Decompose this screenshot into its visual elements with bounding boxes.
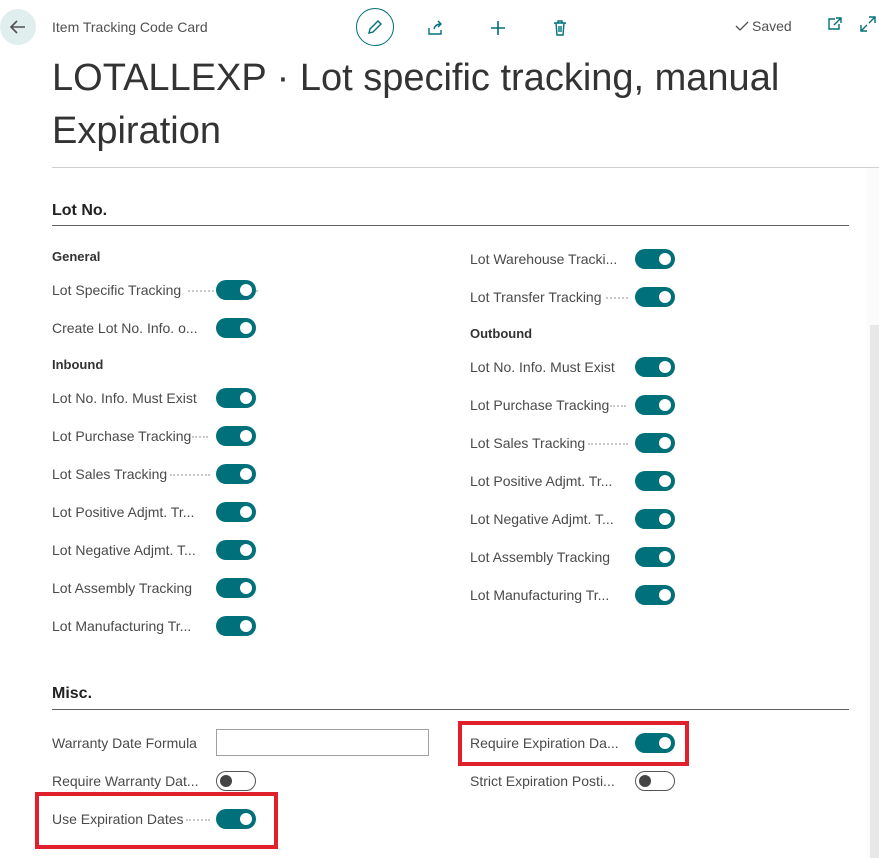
field-in-info-must-exist: Lot No. Info. Must Exist	[52, 388, 256, 408]
field-label: Lot Manufacturing Tr...	[52, 618, 192, 634]
warranty-date-formula-input[interactable]	[216, 729, 429, 756]
saved-label: Saved	[752, 18, 792, 34]
toggle-out-manufacturing[interactable]	[635, 585, 675, 605]
field-in-assembly: Lot Assembly Tracking	[52, 578, 256, 598]
highlight-box-require-expiration	[458, 721, 689, 766]
toggle-out-pos-adj[interactable]	[635, 471, 675, 491]
field-create-lot-info: Create Lot No. Info. o...	[52, 318, 256, 338]
field-out-assembly: Lot Assembly Tracking	[470, 547, 675, 567]
toggle-out-info-must-exist[interactable]	[635, 357, 675, 377]
group-header-outbound: Outbound	[470, 326, 533, 341]
group-header-inbound: Inbound	[52, 357, 104, 372]
field-label: Create Lot No. Info. o...	[52, 320, 198, 336]
top-bar: Item Tracking Code Card Saved	[0, 0, 879, 56]
field-warehouse: Lot Warehouse Tracki...	[470, 249, 675, 269]
field-label: Lot Negative Adjmt. T...	[52, 542, 196, 558]
field-label: Lot No. Info. Must Exist	[52, 390, 197, 406]
field-label: Warranty Date Formula	[52, 735, 197, 751]
section-divider	[52, 225, 849, 226]
highlight-box-use-expiration	[35, 792, 278, 849]
toggle-in-sales[interactable]	[216, 464, 256, 484]
breadcrumb: Item Tracking Code Card	[52, 19, 208, 35]
field-out-neg-adj: Lot Negative Adjmt. T...	[470, 509, 675, 529]
field-out-manufacturing: Lot Manufacturing Tr...	[470, 585, 675, 605]
scrollbar-thumb[interactable]	[870, 325, 879, 858]
field-label: Lot Positive Adjmt. Tr...	[52, 504, 195, 520]
back-button[interactable]	[0, 9, 36, 45]
back-arrow-icon	[9, 20, 25, 34]
field-require-warranty: Require Warranty Dat...	[52, 771, 256, 791]
section-title-lot-no[interactable]: Lot No.	[52, 202, 107, 220]
title-divider	[52, 167, 879, 168]
toggle-in-info-must-exist[interactable]	[216, 388, 256, 408]
toggle-in-assembly[interactable]	[216, 578, 256, 598]
field-label: Lot No. Info. Must Exist	[470, 359, 615, 375]
dot-leader	[170, 474, 210, 477]
section-divider	[52, 709, 849, 710]
delete-icon	[554, 20, 566, 36]
section-title-misc[interactable]: Misc.	[52, 685, 92, 703]
field-label: Lot Purchase Tracking	[52, 428, 192, 444]
field-label: Lot Sales Tracking	[470, 435, 586, 451]
field-label: Lot Negative Adjmt. T...	[470, 511, 614, 527]
field-in-purchase: Lot Purchase Tracking	[52, 426, 256, 446]
toggle-transfer[interactable]	[635, 287, 675, 307]
page-title: LOTALLEXP · Lot specific tracking, manua…	[52, 57, 780, 152]
field-out-info-must-exist: Lot No. Info. Must Exist	[470, 357, 675, 377]
add-icon	[491, 21, 505, 35]
field-strict-expiration: Strict Expiration Posti...	[470, 771, 675, 791]
new-button[interactable]	[480, 10, 516, 46]
edit-pencil-icon	[368, 20, 382, 34]
toggle-warehouse[interactable]	[635, 249, 675, 269]
field-out-pos-adj: Lot Positive Adjmt. Tr...	[470, 471, 675, 491]
open-new-window-icon[interactable]	[826, 15, 844, 33]
checkmark-icon	[735, 21, 749, 31]
share-icon	[428, 20, 442, 35]
toggle-out-purchase[interactable]	[635, 395, 675, 415]
toggle-require-warranty[interactable]	[216, 771, 256, 791]
toggle-in-neg-adj[interactable]	[216, 540, 256, 560]
field-in-manufacturing: Lot Manufacturing Tr...	[52, 616, 256, 636]
field-out-purchase: Lot Purchase Tracking	[470, 395, 675, 415]
field-label: Lot Purchase Tracking	[470, 397, 610, 413]
field-label: Lot Sales Tracking	[52, 466, 168, 482]
dot-leader	[610, 405, 626, 408]
toggle-lot-specific-tracking[interactable]	[216, 280, 256, 300]
dot-leader	[588, 443, 628, 446]
share-button[interactable]	[417, 10, 453, 46]
toggle-in-purchase[interactable]	[216, 426, 256, 446]
field-in-neg-adj: Lot Negative Adjmt. T...	[52, 540, 256, 560]
field-label: Strict Expiration Posti...	[470, 773, 615, 789]
field-in-sales: Lot Sales Tracking	[52, 464, 256, 484]
toggle-create-lot-info[interactable]	[216, 318, 256, 338]
field-label: Require Warranty Dat...	[52, 773, 199, 789]
dot-leader	[606, 297, 628, 300]
field-label: Lot Assembly Tracking	[52, 580, 193, 596]
toggle-out-assembly[interactable]	[635, 547, 675, 567]
expand-icon[interactable]	[859, 15, 877, 33]
delete-button[interactable]	[542, 10, 578, 46]
toggle-in-pos-adj[interactable]	[216, 502, 256, 522]
field-label: Lot Transfer Tracking	[470, 289, 602, 305]
field-label: Lot Warehouse Tracki...	[470, 251, 618, 267]
field-out-sales: Lot Sales Tracking	[470, 433, 675, 453]
edit-button[interactable]	[356, 8, 394, 46]
field-label: Lot Manufacturing Tr...	[470, 587, 610, 603]
dot-leader	[192, 436, 208, 439]
field-label: Lot Specific Tracking	[52, 282, 182, 298]
toggle-in-manufacturing[interactable]	[216, 616, 256, 636]
toggle-strict-expiration[interactable]	[635, 771, 675, 791]
toggle-out-neg-adj[interactable]	[635, 509, 675, 529]
saved-status: Saved	[735, 18, 792, 34]
group-header-general: General	[52, 249, 101, 264]
field-in-pos-adj: Lot Positive Adjmt. Tr...	[52, 502, 256, 522]
field-label: Lot Positive Adjmt. Tr...	[470, 473, 613, 489]
field-label: Lot Assembly Tracking	[470, 549, 611, 565]
toggle-out-sales[interactable]	[635, 433, 675, 453]
field-lot-specific-tracking: Lot Specific Tracking	[52, 280, 258, 300]
field-transfer: Lot Transfer Tracking	[470, 287, 675, 307]
